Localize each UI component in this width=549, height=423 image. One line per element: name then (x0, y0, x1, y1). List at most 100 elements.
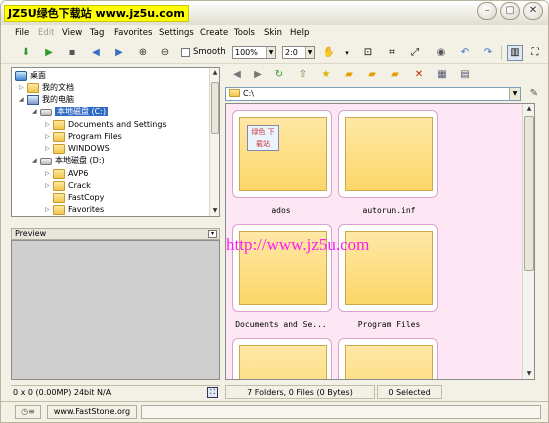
tree-item[interactable]: ▷ Program Files (45, 131, 122, 143)
menu-settings[interactable]: Settings (159, 28, 194, 38)
scrollbar-thumb[interactable] (211, 82, 219, 134)
rotate-right-icon[interactable]: ↷ (480, 45, 496, 61)
menu-favorites[interactable]: Favorites (114, 28, 152, 38)
expand-icon[interactable]: ▷ (45, 131, 53, 143)
zoom-out-icon[interactable]: ⊖ (157, 45, 173, 61)
collapse-icon[interactable]: ◢ (32, 155, 40, 167)
chevron-down-icon[interactable]: ▾ (339, 45, 355, 61)
expand-icon[interactable]: ▷ (45, 180, 53, 192)
tree-item[interactable]: 桌面 (15, 70, 46, 82)
collapse-icon[interactable]: ◢ (19, 94, 27, 106)
smooth-checkbox[interactable] (181, 48, 190, 57)
refresh-icon[interactable]: ↻ (271, 67, 287, 83)
rotate-left-icon[interactable]: ↶ (457, 45, 473, 61)
menu-file[interactable]: File (15, 28, 29, 38)
save-icon[interactable]: ▪ (64, 45, 80, 61)
folder-thumbnail (239, 345, 327, 379)
back-icon[interactable]: ◀ (229, 67, 245, 83)
smooth-label: Smooth (193, 47, 226, 57)
menu-view[interactable]: View (62, 28, 82, 38)
brush-icon[interactable]: ✎ (526, 86, 542, 102)
tree-item[interactable]: ▷ Favorites (45, 204, 104, 216)
tree-item-label: 桌面 (30, 71, 46, 80)
drive-icon (40, 109, 52, 116)
collapse-preview-icon[interactable]: ▾ (208, 230, 217, 238)
tree-item[interactable]: ◢ 我的电脑 (19, 94, 74, 106)
up-folder-icon[interactable]: ⇧ (295, 67, 311, 83)
path-select[interactable]: C:\ ▼ (225, 87, 521, 101)
resize-icon[interactable]: ⤢ (407, 45, 423, 61)
open-icon[interactable]: ⬇ (18, 45, 34, 61)
next-icon[interactable]: ▶ (111, 45, 127, 61)
tree-item[interactable]: ▷ 我的文档 (19, 82, 74, 94)
fit-window-icon[interactable]: ⛶ (207, 387, 218, 398)
tree-item[interactable]: ▷ Crack (45, 180, 91, 192)
tree-item[interactable]: ◢ 本地磁盘 (D:) (32, 155, 105, 167)
close-button[interactable]: ✕ (523, 2, 543, 20)
tree-item-selected[interactable]: ◢ 本地磁盘 (C:) (32, 106, 109, 118)
hand-tool-icon[interactable]: ✋ (321, 45, 337, 61)
open-folder-icon[interactable]: ▶ (41, 45, 57, 61)
crop-icon[interactable]: ⌗ (384, 45, 400, 61)
tree-item-label: FastCopy (68, 193, 105, 202)
layout-icon[interactable]: ▥ (507, 45, 523, 61)
zoom-select[interactable]: 100% ▼ (232, 46, 276, 59)
menu-create[interactable]: Create (200, 28, 228, 38)
copy-to-icon[interactable]: ▰ (364, 67, 380, 83)
image-info-status: 0 x 0 (0.00MP) 24bit N/A ⛶ (11, 385, 220, 399)
menu-skin[interactable]: Skin (264, 28, 282, 38)
expand-icon[interactable]: ▷ (45, 143, 53, 155)
tree-item[interactable]: ▷ WINDOWS (45, 143, 110, 155)
forward-icon[interactable]: ▶ (250, 67, 266, 83)
scroll-down-icon[interactable]: ▼ (523, 369, 534, 379)
favorites-star-icon[interactable]: ★ (318, 67, 334, 83)
menu-tools[interactable]: Tools (234, 28, 255, 38)
scroll-up-icon[interactable]: ▲ (210, 68, 219, 78)
menu-help[interactable]: Help (290, 28, 309, 38)
thumbnail-view-icon[interactable]: ▦ (434, 67, 450, 83)
zoom-value: 100% (235, 48, 258, 57)
tree-item-label: Program Files (68, 132, 122, 141)
ratio-select[interactable]: 2:0 ▼ (282, 46, 315, 59)
menu-edit[interactable]: Edit (38, 28, 54, 38)
scrollbar-thumb[interactable] (524, 116, 534, 271)
eye-icon[interactable]: ◉ (433, 45, 449, 61)
new-folder-icon[interactable]: ▰ (341, 67, 357, 83)
scroll-up-icon[interactable]: ▲ (523, 104, 534, 114)
fullscreen-icon[interactable]: ⛶ (527, 45, 543, 61)
computer-icon (27, 95, 39, 105)
folder-icon (53, 132, 65, 142)
menu-tag[interactable]: Tag (90, 28, 104, 38)
tree-item[interactable]: ▷ AVP6 (45, 168, 88, 180)
thumbnail-card[interactable] (232, 338, 332, 379)
tree-scrollbar[interactable]: ▲ ▼ (209, 68, 219, 216)
thumbnail-card[interactable] (338, 338, 438, 379)
thumbnail-label: Documents and Se... (235, 320, 327, 329)
chevron-down-icon: ▼ (509, 88, 520, 100)
thumbnail-scrollbar[interactable]: ▲ ▼ (522, 104, 534, 379)
thumbnail-card[interactable]: 绿色 下载站 (232, 110, 332, 198)
image-info-text: 0 x 0 (0.00MP) 24bit N/A (13, 388, 112, 397)
folder-tree[interactable]: 桌面 ▷ 我的文档 ◢ 我的电脑 ◢ 本地磁盘 (C:) ▷ Documents and… (11, 67, 220, 217)
tree-item[interactable]: ▷ Documents and Settings (45, 119, 167, 131)
fit-icon[interactable]: ⊡ (360, 45, 376, 61)
expand-icon[interactable]: ▷ (45, 168, 53, 180)
thumbnail-card[interactable] (338, 110, 438, 198)
minimize-button[interactable]: – (477, 2, 497, 20)
move-to-icon[interactable]: ▰ (387, 67, 403, 83)
delete-icon[interactable]: ✕ (411, 67, 427, 83)
expand-icon[interactable]: ▷ (45, 119, 53, 131)
folder-icon (53, 181, 65, 191)
collapse-icon[interactable]: ◢ (32, 106, 40, 118)
restore-button[interactable]: ▢ (500, 2, 520, 20)
menu-bar: File Edit View Tag Favorites Settings Cr… (1, 25, 548, 42)
zoom-in-icon[interactable]: ⊕ (135, 45, 151, 61)
previous-icon[interactable]: ◀ (88, 45, 104, 61)
title-bar: JZ5U绿色下载站 www.jz5u.com – ▢ ✕ (1, 1, 548, 25)
tree-item[interactable]: FastCopy (45, 192, 104, 204)
list-view-icon[interactable]: ▤ (457, 67, 473, 83)
expand-icon[interactable]: ▷ (19, 82, 27, 94)
expand-icon[interactable]: ▷ (45, 204, 53, 216)
website-link[interactable]: www.FastStone.org (47, 405, 137, 419)
scroll-down-icon[interactable]: ▼ (210, 206, 219, 216)
